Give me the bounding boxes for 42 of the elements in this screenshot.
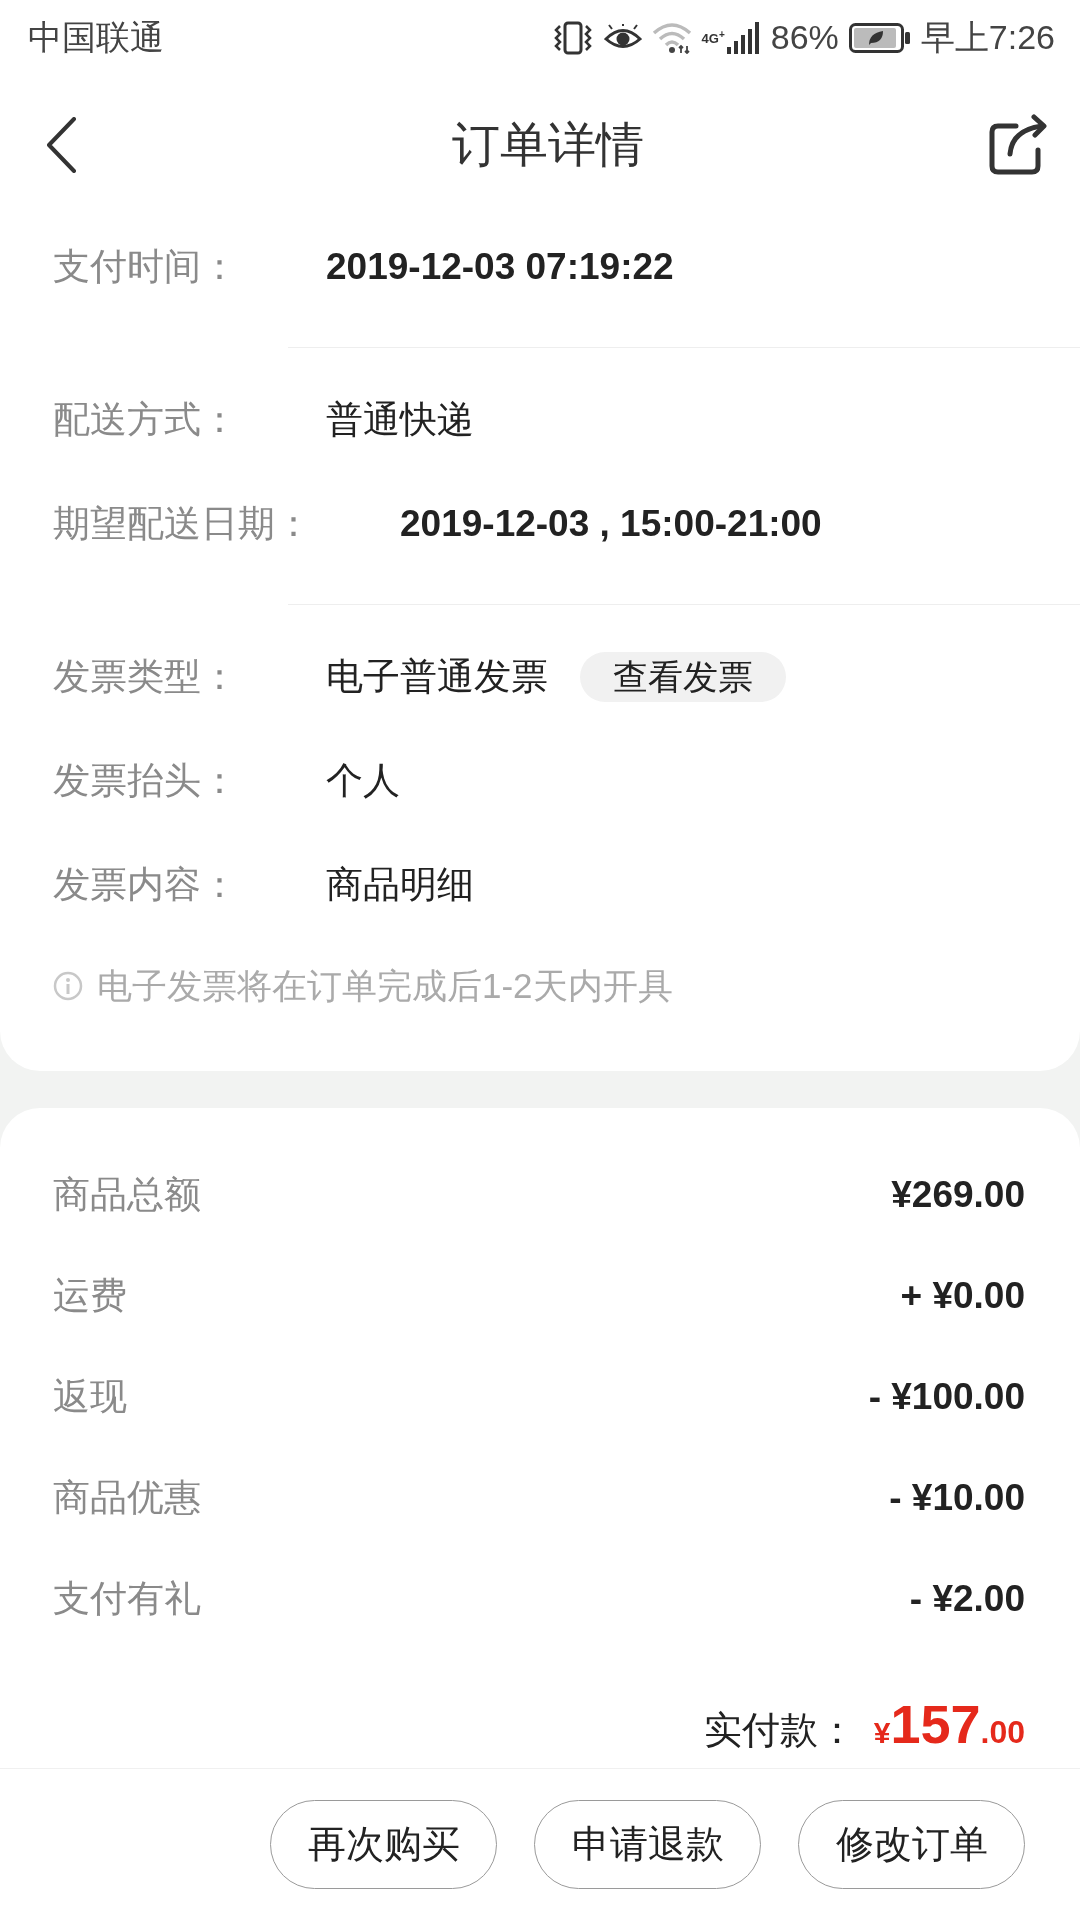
charge-amount: + ¥0.00 [900, 1274, 1025, 1317]
charge-label: 商品总额 [53, 1172, 201, 1217]
battery-icon [848, 22, 911, 53]
field-value: 个人 [326, 759, 400, 803]
field-value: 商品明细 [326, 863, 474, 907]
signal-icon [726, 21, 761, 54]
field-value: 2019-12-03 , 15:00-21:00 [400, 503, 822, 545]
info-icon [53, 971, 83, 1001]
share-icon[interactable] [988, 114, 1050, 176]
charge-label: 返现 [53, 1374, 127, 1419]
charge-amount: ¥269.00 [891, 1173, 1025, 1216]
wifi-icon [651, 21, 692, 54]
charge-amount: - ¥2.00 [909, 1577, 1025, 1620]
charge-amount: - ¥10.00 [889, 1476, 1025, 1519]
charge-label: 支付有礼 [53, 1576, 201, 1621]
total-label: 实付款： [703, 1708, 856, 1753]
charge-label: 商品优惠 [53, 1475, 201, 1520]
back-icon[interactable] [45, 117, 77, 173]
field-label: 发票抬头： [53, 759, 238, 803]
order-action-button[interactable]: 修改订单 [798, 1800, 1025, 1889]
field-label: 发票类型： [53, 655, 238, 699]
field-label: 期望配送日期： [53, 502, 312, 546]
order-action-button[interactable]: 申请退款 [534, 1800, 761, 1889]
field-value: 普通快递 [326, 398, 474, 442]
field-value: 电子普通发票 [326, 655, 548, 699]
clock-time: 早上7:26 [920, 16, 1055, 58]
field-value: 2019-12-03 07:19:22 [326, 246, 674, 288]
total-amount-decimal: .00 [980, 1714, 1025, 1751]
charge-label: 运费 [53, 1273, 127, 1318]
invoice-note: 电子发票将在订单完成后1-2天内开具 [97, 964, 673, 1007]
total-amount-integer: 157 [890, 1693, 981, 1755]
field-label: 支付时间： [53, 245, 238, 289]
field-label: 配送方式： [53, 398, 238, 442]
currency-symbol: ¥ [873, 1716, 891, 1750]
charge-amount: - ¥100.00 [868, 1375, 1025, 1418]
network-type-label: 4G$^{+}$ [701, 28, 725, 46]
order-action-button[interactable]: 再次购买 [270, 1800, 497, 1889]
carrier-name: 中国联通 [28, 16, 164, 58]
page-title: 订单详情 [451, 117, 644, 173]
battery-percentage: 86% [770, 18, 839, 57]
field-label: 发票内容： [53, 863, 238, 907]
view-invoice-button[interactable]: 查看发票 [580, 652, 786, 702]
